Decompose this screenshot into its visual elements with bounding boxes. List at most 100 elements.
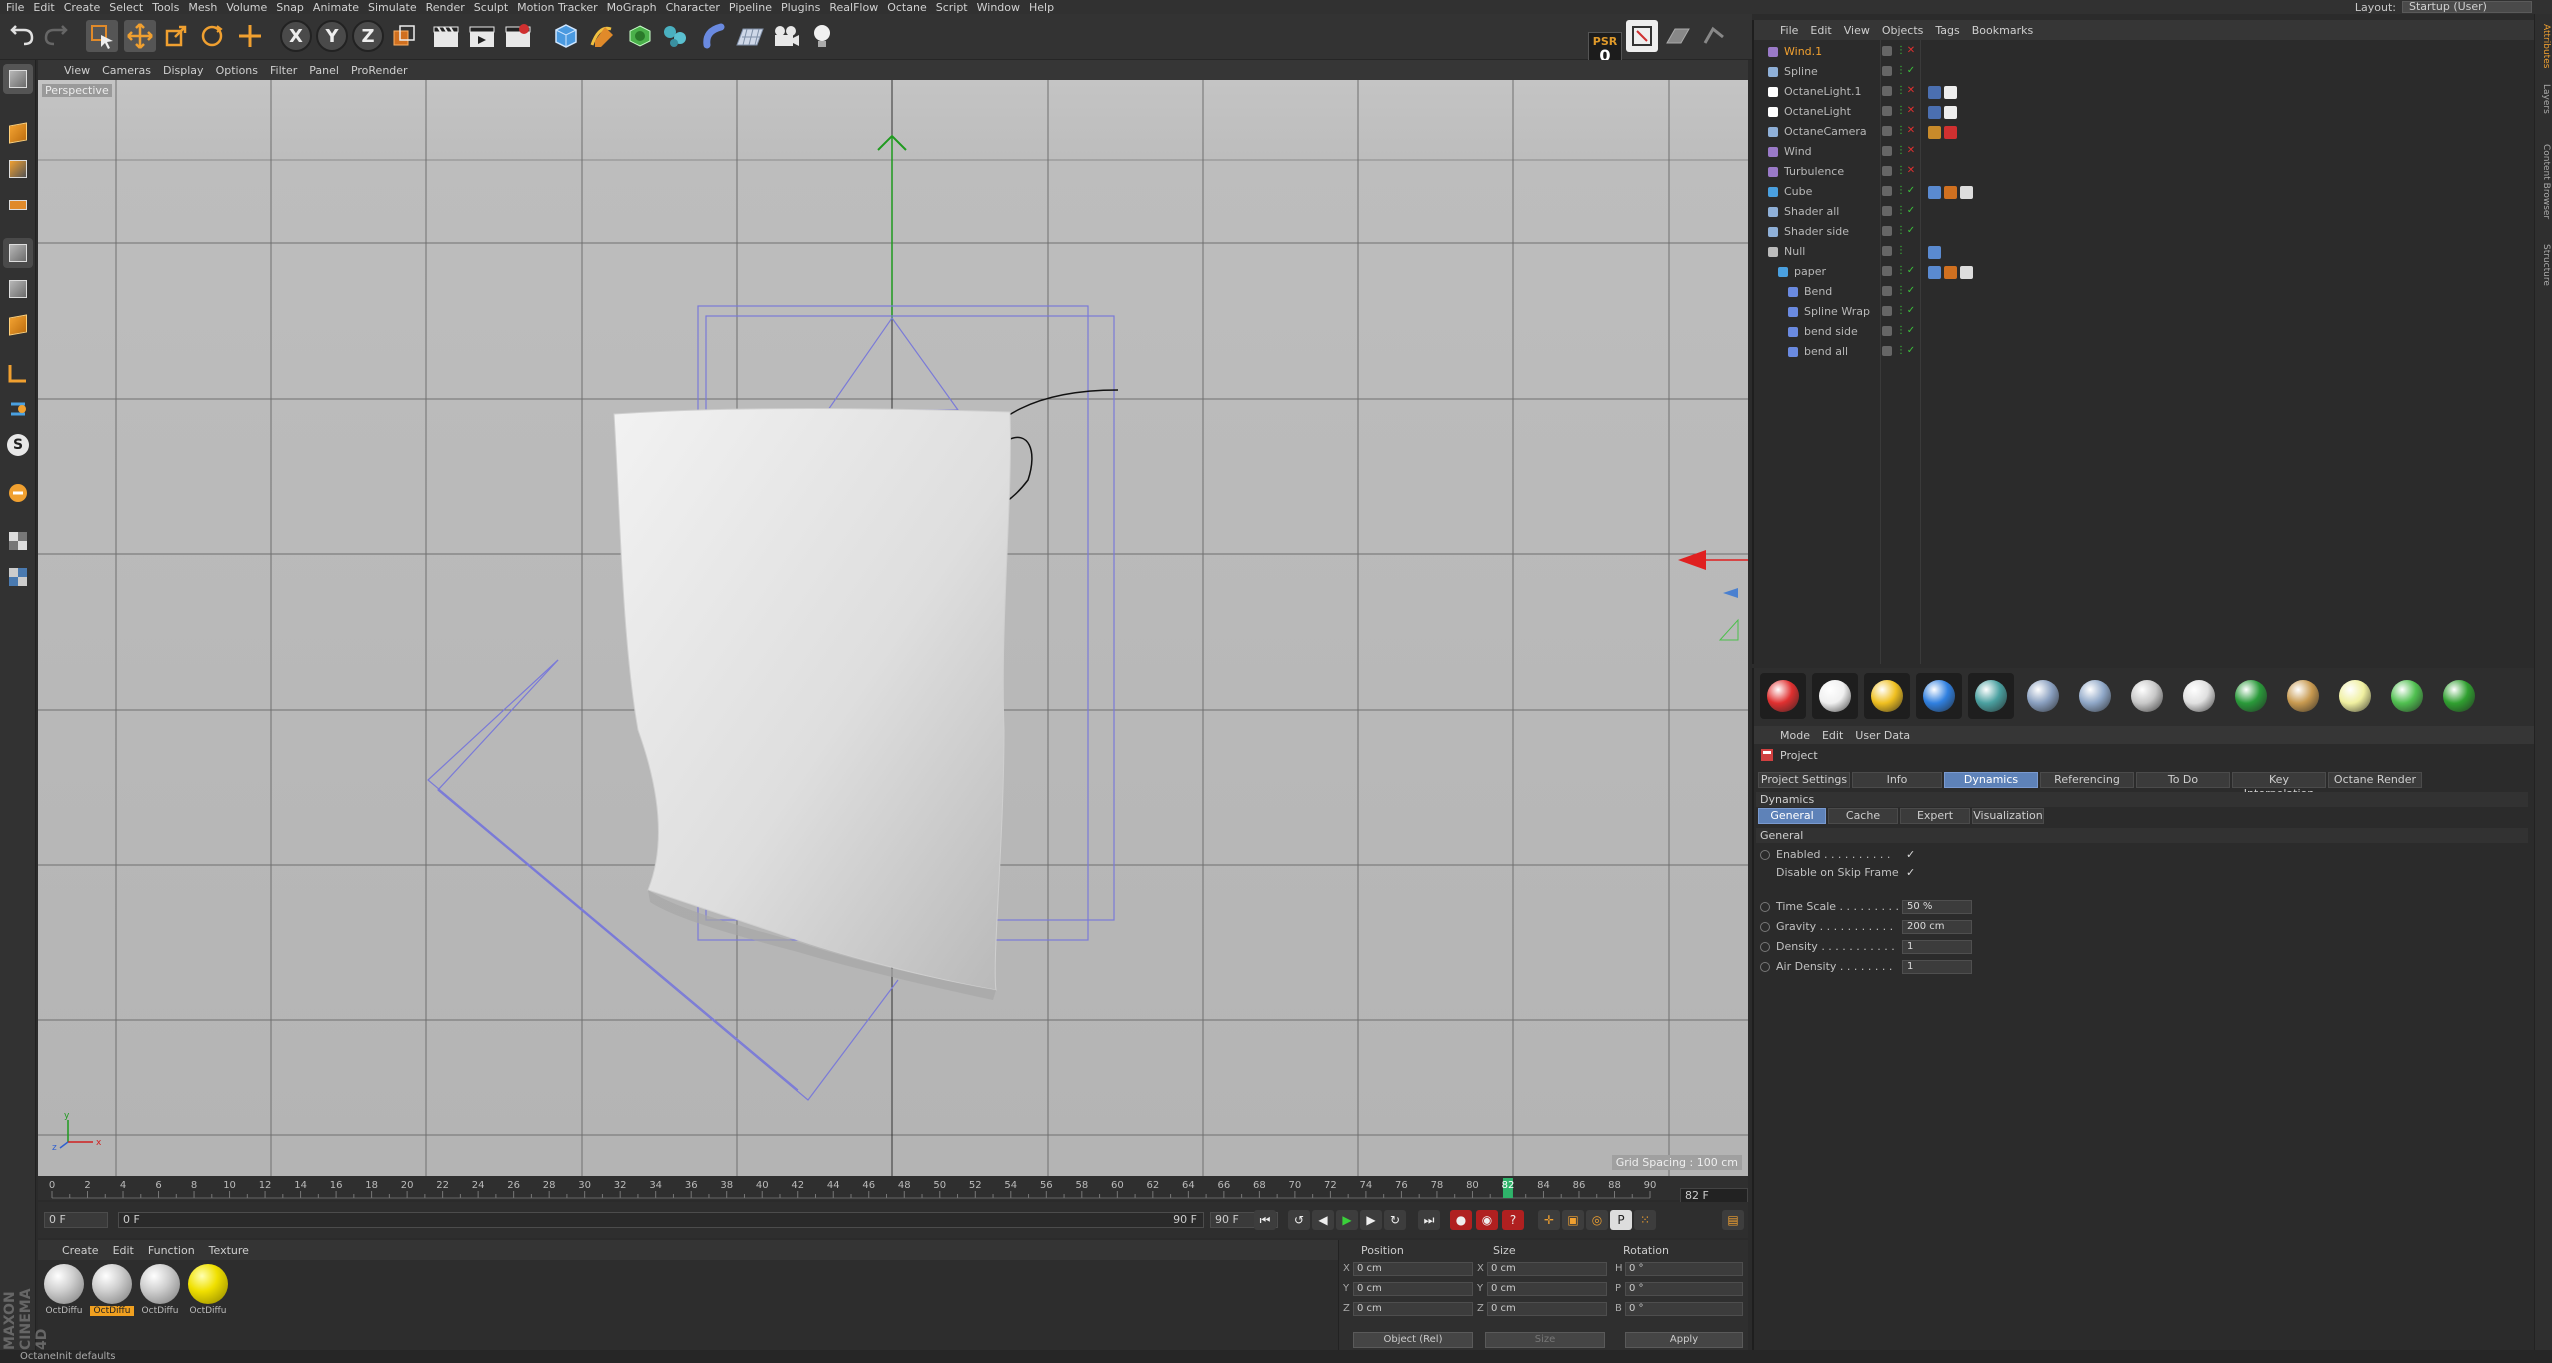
visibility-dots-icon[interactable]: ⋮ bbox=[1896, 286, 1906, 296]
tweak-mode-button[interactable] bbox=[3, 394, 33, 424]
material-menu-item-0[interactable]: Create bbox=[62, 1244, 99, 1257]
play-button[interactable]: ▶ bbox=[1336, 1210, 1358, 1230]
octane-preset-button[interactable] bbox=[2124, 673, 2170, 719]
animate-radio-icon[interactable] bbox=[1760, 850, 1770, 860]
disabled-x-icon[interactable]: ✕ bbox=[1906, 126, 1916, 136]
enabled-check-icon[interactable]: ✓ bbox=[1906, 346, 1916, 356]
material-swatch[interactable]: OctDiffu bbox=[138, 1264, 182, 1322]
material-swatch[interactable]: OctDiffu bbox=[42, 1264, 86, 1322]
attribute-tab[interactable]: Project Settings bbox=[1758, 772, 1850, 788]
viewport-menu-item-6[interactable]: ProRender bbox=[351, 64, 408, 77]
octane-preset-button[interactable] bbox=[1864, 673, 1910, 719]
key-position-button[interactable]: ✛ bbox=[1538, 1210, 1560, 1230]
menu-item-3[interactable]: Select bbox=[109, 1, 152, 14]
menu-item-19[interactable]: Script bbox=[936, 1, 977, 14]
apply-button[interactable]: Apply bbox=[1625, 1332, 1743, 1348]
disabled-x-icon[interactable]: ✕ bbox=[1906, 106, 1916, 116]
octane-preset-button[interactable] bbox=[2280, 673, 2326, 719]
om-menu-item-0[interactable]: File bbox=[1780, 24, 1798, 37]
object-tag-icon[interactable] bbox=[1960, 266, 1973, 279]
frame-range-slider[interactable]: 0 F 90 F bbox=[118, 1212, 1204, 1228]
octane-preset-button[interactable] bbox=[1968, 673, 2014, 719]
object-name[interactable]: Shader side bbox=[1784, 222, 1849, 242]
menu-item-10[interactable]: Render bbox=[426, 1, 474, 14]
om-menu-item-1[interactable]: Edit bbox=[1810, 24, 1831, 37]
layer-icon[interactable] bbox=[1882, 306, 1892, 316]
layer-icon[interactable] bbox=[1882, 206, 1892, 216]
octane-preset-button[interactable] bbox=[2332, 673, 2378, 719]
attribute-tab[interactable]: Key Interpolation bbox=[2232, 772, 2326, 800]
object-tag-icon[interactable] bbox=[1928, 186, 1941, 199]
coordinate-mode-select[interactable]: Object (Rel) bbox=[1353, 1332, 1473, 1348]
key-scale-button[interactable]: ▣ bbox=[1562, 1210, 1584, 1230]
previous-frame-button[interactable]: ◀ bbox=[1312, 1210, 1334, 1230]
disabled-x-icon[interactable]: ✕ bbox=[1906, 46, 1916, 56]
animate-radio-icon[interactable] bbox=[1760, 962, 1770, 972]
dynamics-subtab[interactable]: Visualization bbox=[1972, 808, 2044, 824]
object-name[interactable]: Wind.1 bbox=[1784, 42, 1822, 62]
live-selection-button[interactable] bbox=[86, 20, 118, 52]
object-tag-icon[interactable] bbox=[1928, 126, 1941, 139]
object-row[interactable]: bend all ⋮ ✓ bbox=[1754, 342, 2536, 362]
object-tag-icon[interactable] bbox=[1944, 106, 1957, 119]
coordinate-system-button[interactable] bbox=[388, 20, 420, 52]
size-field[interactable]: 0 cm bbox=[1487, 1282, 1607, 1296]
object-name[interactable]: OctaneLight bbox=[1784, 102, 1851, 122]
object-name[interactable]: Bend bbox=[1804, 282, 1832, 302]
autokey-button[interactable]: ◉ bbox=[1476, 1210, 1498, 1230]
dynamics-subtab[interactable]: General bbox=[1758, 808, 1826, 824]
octane-preset-button[interactable] bbox=[2228, 673, 2274, 719]
attribute-tab[interactable]: Octane Render bbox=[2328, 772, 2422, 788]
menu-item-2[interactable]: Create bbox=[64, 1, 110, 14]
om-menu-item-3[interactable]: Objects bbox=[1882, 24, 1924, 37]
snap-button[interactable] bbox=[1626, 20, 1658, 52]
status-none-icon[interactable] bbox=[1906, 246, 1916, 256]
layer-icon[interactable] bbox=[1882, 66, 1892, 76]
property-checkbox[interactable]: ✓ bbox=[1906, 849, 1918, 861]
object-name[interactable]: OctaneLight.1 bbox=[1784, 82, 1861, 102]
add-cube-button[interactable] bbox=[550, 20, 582, 52]
layout-select[interactable]: Startup (User) bbox=[2402, 1, 2532, 13]
visibility-dots-icon[interactable]: ⋮ bbox=[1896, 186, 1906, 196]
position-field[interactable]: 0 cm bbox=[1353, 1302, 1473, 1316]
enabled-check-icon[interactable]: ✓ bbox=[1906, 266, 1916, 276]
property-value-field[interactable]: 200 cm bbox=[1902, 920, 1972, 934]
right-panel-tab[interactable]: Attributes bbox=[2537, 24, 2551, 68]
visibility-dots-icon[interactable]: ⋮ bbox=[1896, 126, 1906, 136]
menu-item-0[interactable]: File bbox=[0, 1, 33, 14]
timeline-ruler[interactable]: 0 2 4 6 8 10 12 14 16 18 20 22 24 26 28 30 32 34 36 38 40 42 4… bbox=[38, 1176, 1748, 1200]
object-name[interactable]: Shader all bbox=[1784, 202, 1839, 222]
object-row[interactable]: Null ⋮ bbox=[1754, 242, 2536, 262]
start-frame-field[interactable]: 0 F bbox=[44, 1212, 108, 1228]
object-name[interactable]: Cube bbox=[1784, 182, 1812, 202]
render-settings-button[interactable] bbox=[502, 20, 534, 52]
viewport-menu-item-3[interactable]: Options bbox=[216, 64, 258, 77]
om-menu-item-5[interactable]: Bookmarks bbox=[1972, 24, 2033, 37]
octane-preset-button[interactable] bbox=[2436, 673, 2482, 719]
property-value-field[interactable]: 1 bbox=[1902, 940, 1972, 954]
object-name[interactable]: Null bbox=[1784, 242, 1805, 262]
polygons-mode-button[interactable] bbox=[3, 310, 33, 340]
disabled-x-icon[interactable]: ✕ bbox=[1906, 86, 1916, 96]
workplane-button[interactable] bbox=[1662, 20, 1694, 52]
object-name[interactable]: Turbulence bbox=[1784, 162, 1844, 182]
next-key-button[interactable]: ↻ bbox=[1384, 1210, 1406, 1230]
next-frame-button[interactable]: ▶ bbox=[1360, 1210, 1382, 1230]
viewport-solo-button[interactable] bbox=[3, 562, 33, 592]
add-spline-button[interactable] bbox=[586, 20, 618, 52]
rotation-field[interactable]: 0 ° bbox=[1625, 1302, 1743, 1316]
octane-preset-button[interactable] bbox=[1916, 673, 1962, 719]
add-nurbs-button[interactable] bbox=[624, 20, 656, 52]
add-deformer-button[interactable] bbox=[698, 20, 730, 52]
menu-item-1[interactable]: Edit bbox=[33, 1, 63, 14]
object-name[interactable]: paper bbox=[1794, 262, 1826, 282]
material-menu-item-1[interactable]: Edit bbox=[113, 1244, 134, 1257]
add-light-button[interactable] bbox=[806, 20, 838, 52]
enabled-check-icon[interactable]: ✓ bbox=[1906, 306, 1916, 316]
disabled-x-icon[interactable]: ✕ bbox=[1906, 166, 1916, 176]
object-name[interactable]: Spline bbox=[1784, 62, 1818, 82]
layer-icon[interactable] bbox=[1882, 86, 1892, 96]
key-rotation-button[interactable]: ◎ bbox=[1586, 1210, 1608, 1230]
object-tag-icon[interactable] bbox=[1944, 86, 1957, 99]
recent-tools-button[interactable] bbox=[234, 20, 266, 52]
